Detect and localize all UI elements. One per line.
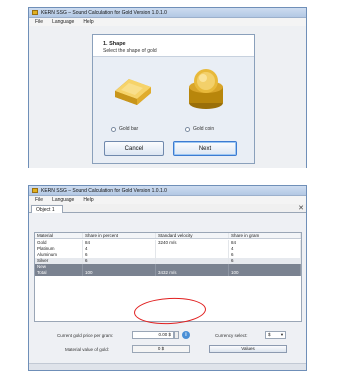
menu-help[interactable]: Help (83, 197, 93, 203)
column-header[interactable]: Material (35, 233, 83, 238)
window-title: KERN SSG – Sound Calculation for Gold Ve… (41, 187, 167, 194)
table-header: Material Share in percent Standard veloc… (35, 233, 301, 239)
total-row[interactable]: Total 100 3432 m/s 100 (35, 270, 301, 276)
currency-select[interactable]: $ ▼ (265, 331, 286, 339)
column-header[interactable]: Standard velocity (156, 233, 229, 238)
cancel-button[interactable]: Cancel (104, 141, 164, 156)
table-cell: 3432 m/s (156, 270, 229, 276)
price-label: Current gold price per gram: (57, 333, 114, 338)
gold-bar-label: Gold bar (119, 126, 139, 132)
table-cell: Total (35, 270, 83, 276)
status-bar (29, 363, 306, 370)
material-value-label: Material value of gold: (65, 347, 110, 352)
column-header[interactable]: Share in percent (83, 233, 156, 238)
shape-dialog: 1. Shape Select the shape of gold Gold b… (92, 34, 255, 164)
material-value-field: 0 $ (132, 345, 190, 353)
object-content: Material Share in percent Standard veloc… (29, 213, 306, 370)
calculation-window: KERN SSG – Sound Calculation for Gold Ve… (28, 185, 307, 371)
gold-bar-option[interactable]: Gold bar (111, 126, 138, 132)
menu-bar: File Language Help (29, 196, 306, 204)
gold-bar-radio[interactable] (111, 126, 116, 132)
price-stepper[interactable] (174, 331, 179, 339)
step-title: 1. Shape (103, 41, 126, 47)
chevron-down-icon: ▼ (280, 332, 284, 337)
app-icon (32, 10, 38, 15)
close-tab-icon[interactable]: ✕ (298, 204, 304, 212)
gold-bar-image[interactable] (111, 69, 153, 111)
gold-coin-radio[interactable] (185, 126, 190, 132)
gold-coin-label: Gold coin (193, 126, 215, 132)
menu-help[interactable]: Help (83, 19, 93, 25)
dialog-header: 1. Shape Select the shape of gold (93, 35, 254, 57)
table-cell: 100 (229, 270, 301, 276)
values-button[interactable]: Values (209, 345, 287, 353)
app-icon (32, 188, 38, 193)
gold-coin-image[interactable] (185, 65, 227, 111)
menu-language[interactable]: Language (52, 19, 74, 25)
table-cell: 100 (83, 270, 156, 276)
wizard-client-area: 1. Shape Select the shape of gold Gold b… (29, 26, 306, 168)
title-bar: KERN SSG – Sound Calculation for Gold Ve… (29, 8, 306, 18)
gold-coin-option[interactable]: Gold coin (185, 126, 214, 132)
currency-value: $ (268, 332, 271, 337)
currency-label: Currency select: (215, 333, 248, 338)
step-subtitle: Select the shape of gold (103, 48, 157, 54)
menu-bar: File Language Help (29, 18, 306, 26)
menu-file[interactable]: File (35, 197, 43, 203)
tab-strip: Object 1 ✕ (29, 204, 306, 214)
menu-file[interactable]: File (35, 19, 43, 25)
column-header[interactable]: Share in gram (229, 233, 301, 238)
wizard-window: KERN SSG – Sound Calculation for Gold Ve… (28, 7, 307, 168)
menu-language[interactable]: Language (52, 197, 74, 203)
window-title: KERN SSG – Sound Calculation for Gold Ve… (41, 9, 167, 16)
info-icon[interactable]: i (182, 331, 190, 339)
title-bar: KERN SSG – Sound Calculation for Gold Ve… (29, 186, 306, 196)
price-input[interactable]: 0.00 $ (132, 331, 174, 339)
next-button[interactable]: Next (173, 141, 237, 156)
